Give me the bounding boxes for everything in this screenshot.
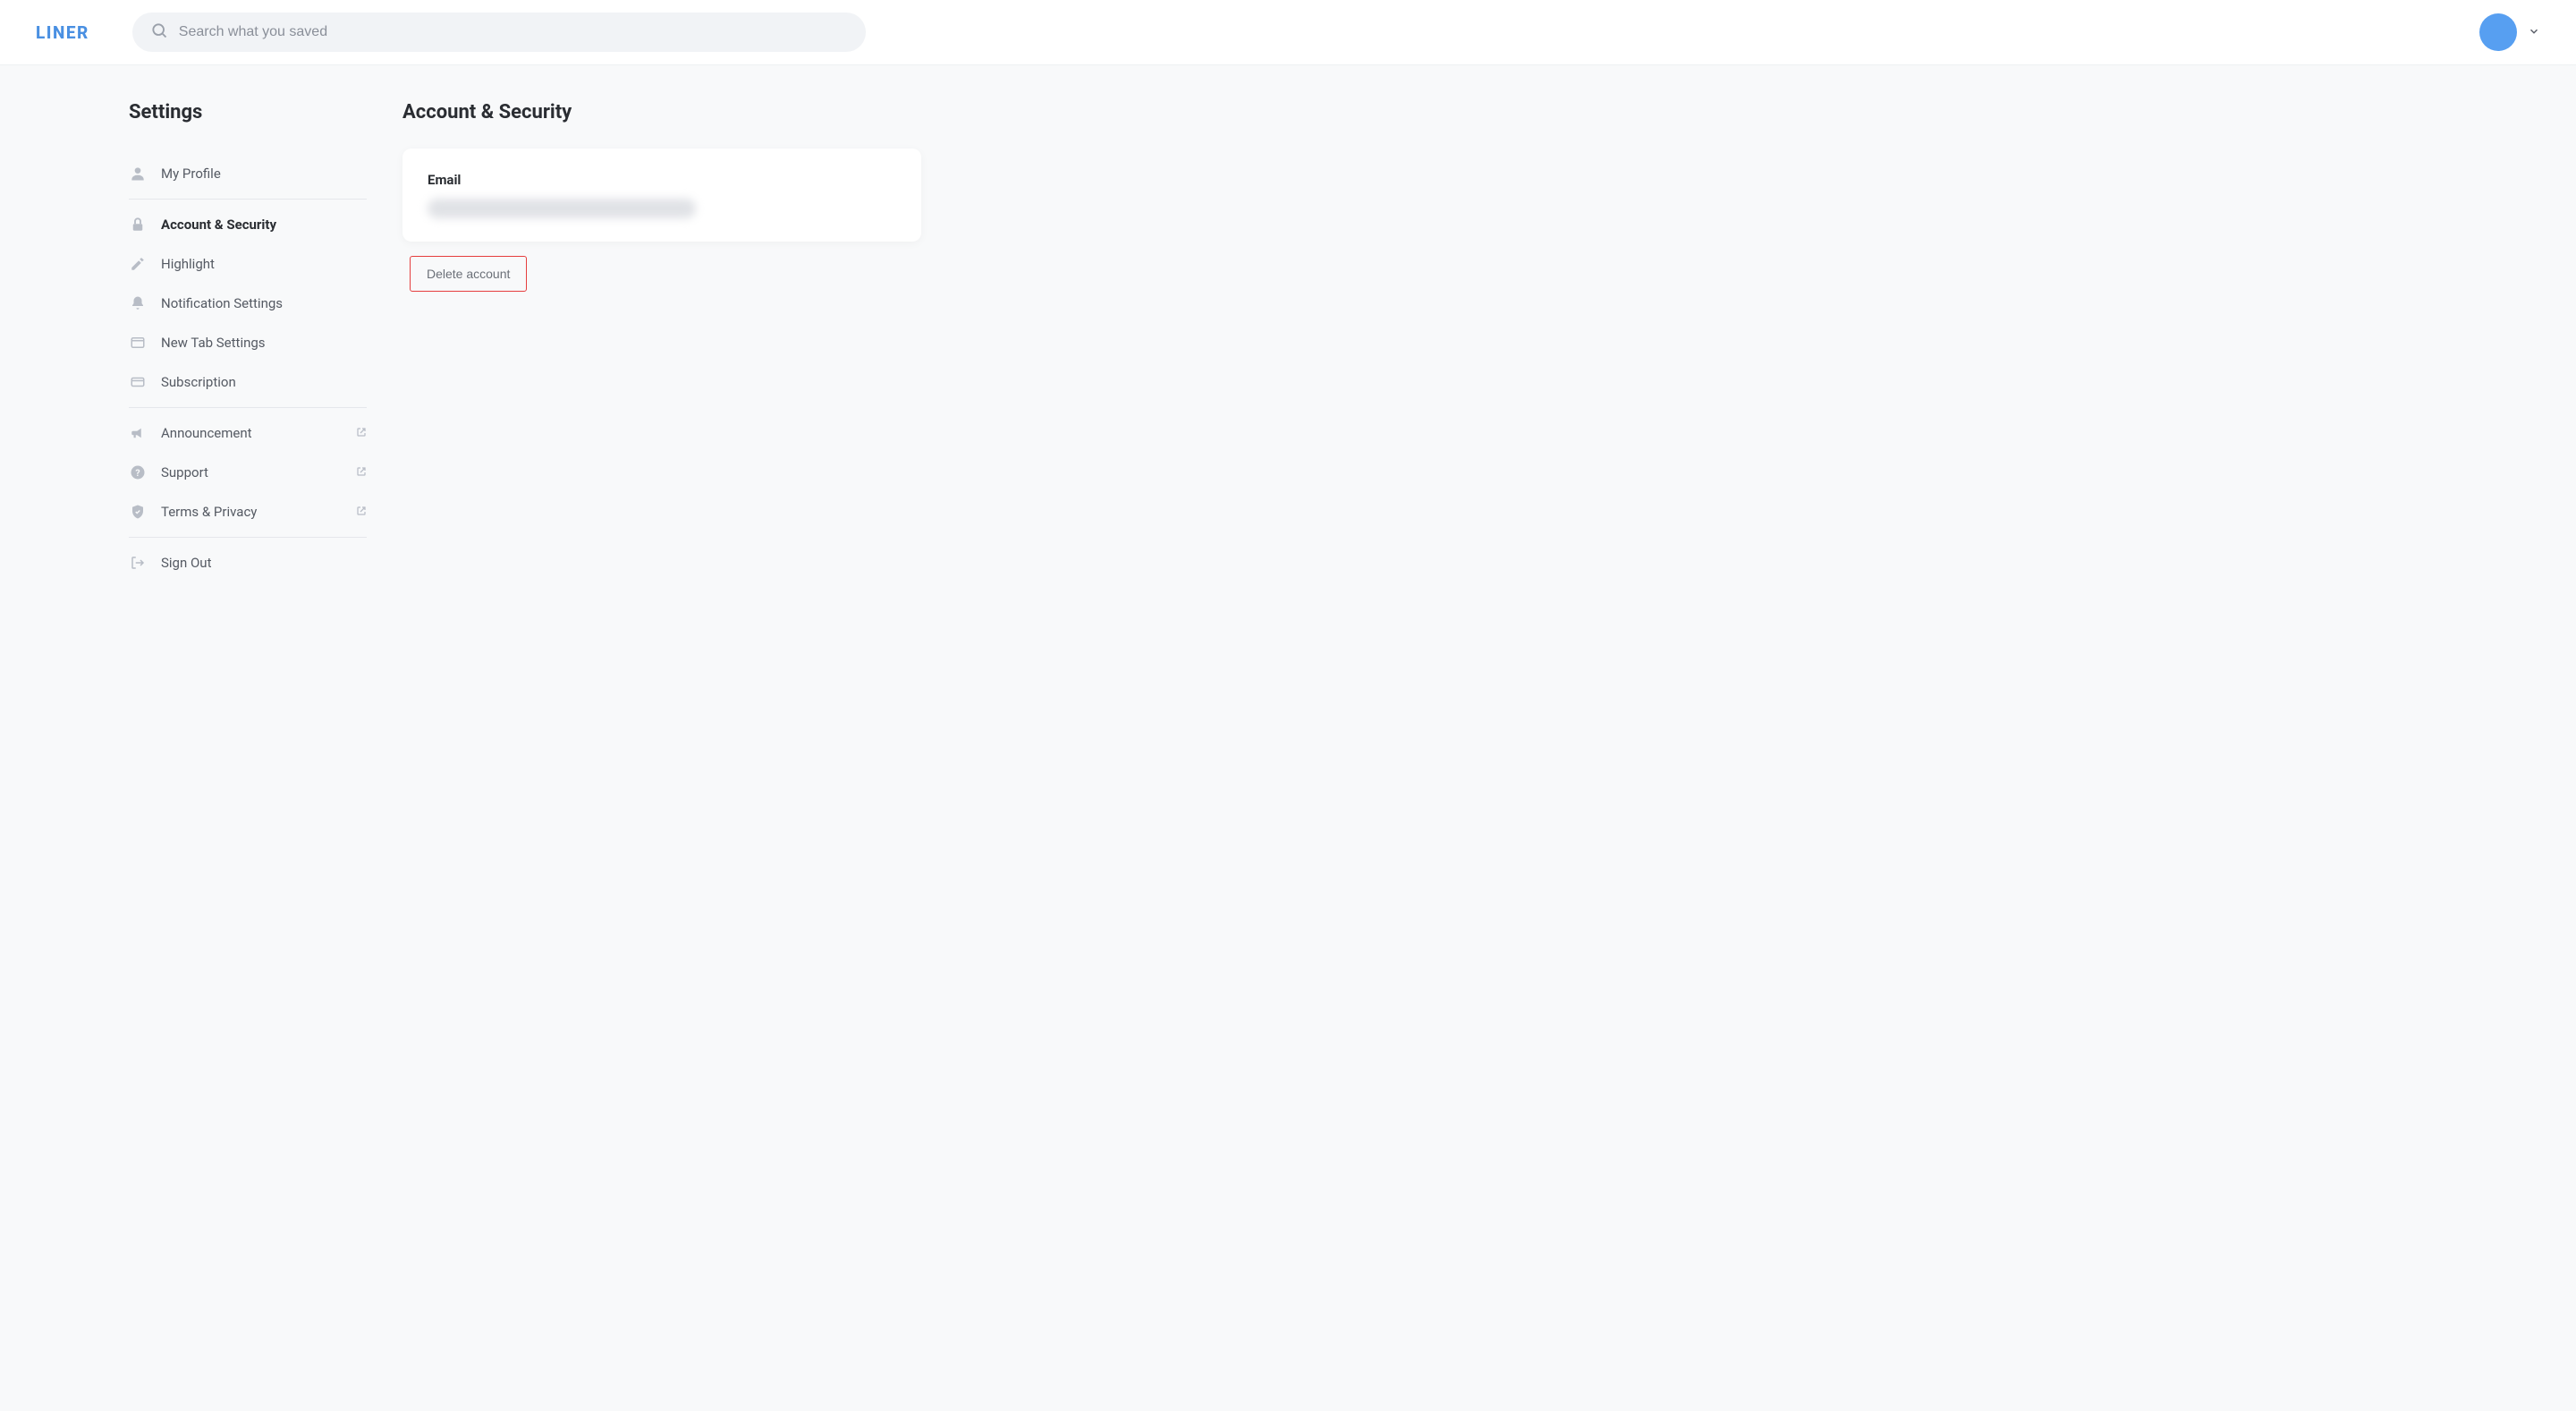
- content: Settings My Profile Account & Security: [0, 65, 2576, 1411]
- sidebar-item-label: Announcement: [161, 425, 252, 441]
- header: LINER: [0, 0, 2576, 65]
- shield-icon: [129, 503, 147, 521]
- email-label: Email: [428, 172, 896, 188]
- logo[interactable]: LINER: [36, 22, 89, 43]
- delete-account-button[interactable]: Delete account: [410, 256, 527, 292]
- sidebar-item-new-tab[interactable]: New Tab Settings: [129, 323, 367, 362]
- sidebar-item-label: Support: [161, 464, 208, 480]
- external-link-icon: [356, 504, 367, 520]
- card-icon: [129, 373, 147, 391]
- search-input[interactable]: [179, 24, 848, 40]
- megaphone-icon: [129, 424, 147, 442]
- sidebar-item-support[interactable]: ? Support: [129, 453, 367, 492]
- chevron-down-icon[interactable]: [2528, 24, 2540, 41]
- avatar[interactable]: [2479, 13, 2517, 51]
- main: Account & Security Email Delete account: [367, 101, 2576, 1375]
- svg-text:?: ?: [135, 467, 140, 479]
- sidebar-item-notification[interactable]: Notification Settings: [129, 284, 367, 323]
- signout-icon: [129, 554, 147, 572]
- sidebar-item-subscription[interactable]: Subscription: [129, 362, 367, 402]
- sidebar-item-label: Notification Settings: [161, 295, 283, 311]
- sidebar-item-label: My Profile: [161, 166, 221, 182]
- sidebar-item-announcement[interactable]: Announcement: [129, 413, 367, 453]
- tab-icon: [129, 334, 147, 352]
- bell-icon: [129, 294, 147, 312]
- sidebar-section: Account & Security Highlight Notificatio…: [129, 200, 367, 408]
- sidebar-item-label: Sign Out: [161, 555, 211, 571]
- sidebar-item-my-profile[interactable]: My Profile: [129, 154, 367, 193]
- page-title: Account & Security: [402, 101, 2576, 123]
- external-link-icon: [356, 464, 367, 480]
- sidebar-item-sign-out[interactable]: Sign Out: [129, 543, 367, 582]
- sidebar-item-label: Terms & Privacy: [161, 504, 257, 520]
- email-card: Email: [402, 149, 921, 242]
- pencil-icon: [129, 255, 147, 273]
- sidebar-section: Sign Out: [129, 538, 367, 588]
- sidebar-item-terms-privacy[interactable]: Terms & Privacy: [129, 492, 367, 531]
- sidebar-item-label: Account & Security: [161, 217, 276, 233]
- sidebar-section: Announcement ? Support Terms & Privacy: [129, 408, 367, 538]
- sidebar-item-highlight[interactable]: Highlight: [129, 244, 367, 284]
- sidebar-title: Settings: [129, 101, 367, 123]
- search-icon: [150, 21, 179, 43]
- sidebar-item-account-security[interactable]: Account & Security: [129, 205, 367, 244]
- external-link-icon: [356, 425, 367, 441]
- sidebar-item-label: Highlight: [161, 256, 215, 272]
- person-icon: [129, 165, 147, 183]
- sidebar: Settings My Profile Account & Security: [0, 101, 367, 1375]
- sidebar-section: My Profile: [129, 149, 367, 200]
- email-value-redacted: [428, 199, 696, 218]
- question-icon: ?: [129, 463, 147, 481]
- sidebar-item-label: Subscription: [161, 374, 236, 390]
- search-container[interactable]: [132, 13, 866, 52]
- lock-icon: [129, 216, 147, 234]
- header-right: [2479, 13, 2540, 51]
- sidebar-item-label: New Tab Settings: [161, 335, 266, 351]
